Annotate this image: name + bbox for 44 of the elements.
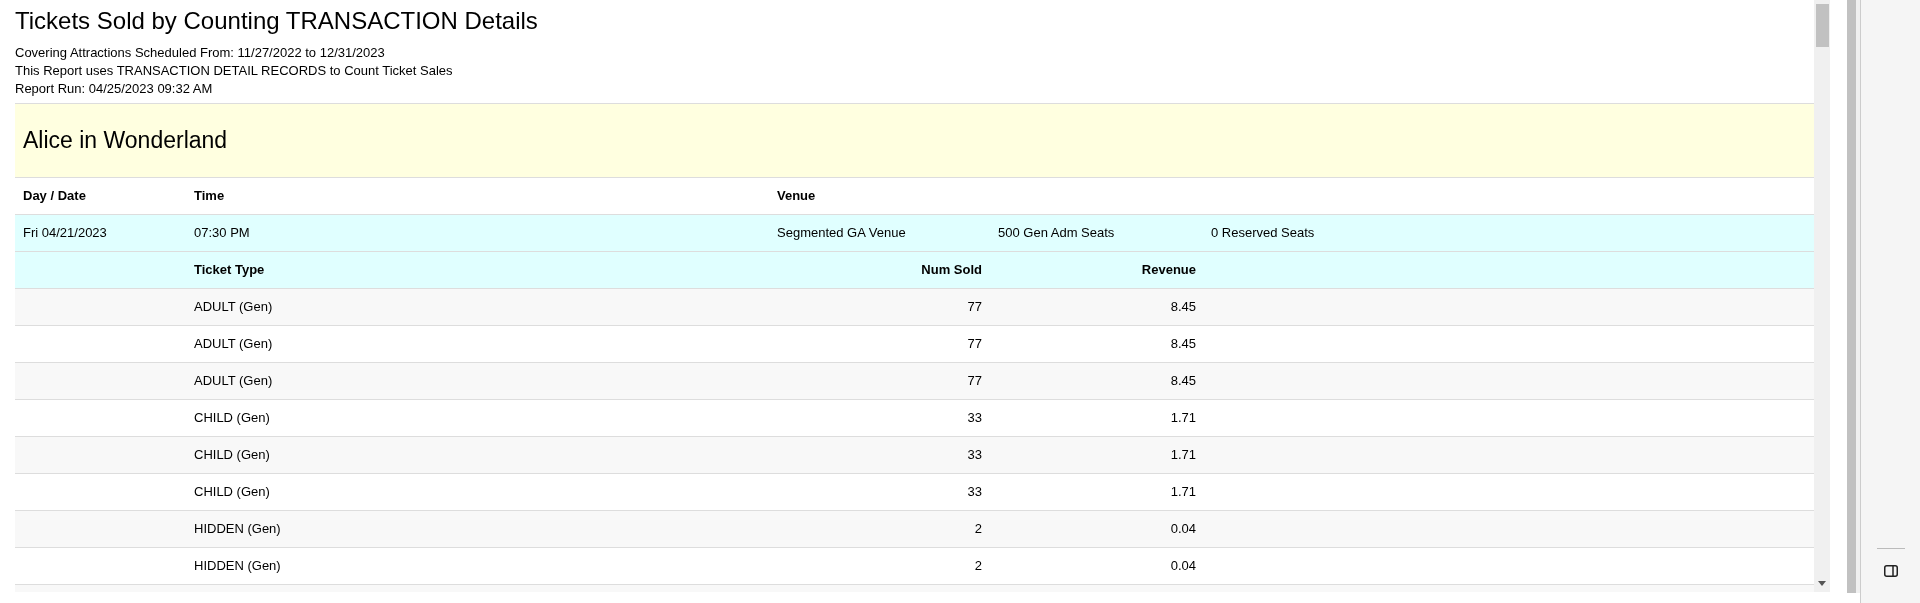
table-cell: 2 (974, 521, 982, 537)
column-header: Num Sold (921, 262, 982, 278)
table-cell: HIDDEN (Gen) (194, 558, 281, 574)
report-info-line: This Report uses TRANSACTION DETAIL RECORDS to Count Ticket Sales (15, 62, 454, 80)
table-cell: 2 (974, 558, 982, 574)
table-cell: 33 (967, 410, 982, 426)
table-cell: 1.71 (1170, 410, 1196, 426)
table-cell: Segmented GA Venue (777, 225, 906, 241)
table-cell: ADULT (Gen) (194, 299, 273, 315)
table-cell: 500 Gen Adm Seats (998, 225, 1115, 241)
report-info-line: Report Run: 04/25/2023 09:32 AM (15, 80, 214, 98)
event-name: Alice in Wonderland (23, 126, 228, 156)
table-cell: 33 (967, 447, 982, 463)
table-cell: ADULT (Gen) (194, 336, 273, 352)
table-cell: Fri 04/21/2023 (23, 225, 107, 241)
table-cell: 77 (967, 336, 982, 352)
table-cell: 8.45 (1170, 336, 1196, 352)
table-cell: CHILD (Gen) (194, 447, 270, 463)
table-cell: CHILD (Gen) (194, 410, 270, 426)
table-cell: 8.45 (1170, 299, 1196, 315)
table-cell: 77 (967, 299, 982, 315)
report-title: Tickets Sold by Counting TRANSACTION Details (15, 6, 539, 36)
table-cell: 0.04 (1170, 521, 1196, 537)
sidebar-toggle-icon[interactable] (1883, 565, 1898, 577)
scrollbar-thumb[interactable] (1815, 4, 1829, 47)
table-cell: 07:30 PM (194, 225, 250, 241)
table-cell: CHILD (Gen) (194, 484, 270, 500)
column-header: Time (194, 188, 225, 204)
table-cell: 33 (967, 484, 982, 500)
table-cell: 1.71 (1170, 484, 1196, 500)
table-cell: 0.04 (1170, 558, 1196, 574)
table-cell: 1.71 (1170, 447, 1196, 463)
table-cell: 0 Reserved Seats (1211, 225, 1315, 241)
table-cell: ADULT (Gen) (194, 373, 273, 389)
table-cell: 8.45 (1170, 373, 1196, 389)
scroll-down-icon[interactable] (1818, 581, 1826, 586)
column-header: Ticket Type (194, 262, 265, 278)
column-header: Revenue (1141, 262, 1196, 278)
table-cell: HIDDEN (Gen) (194, 521, 281, 537)
table-cell: 77 (967, 373, 982, 389)
column-header: Day / Date (23, 188, 86, 204)
column-header: Venue (777, 188, 816, 204)
report-info-line: Covering Attractions Scheduled From: 11/27/2022 to 12/31/2023 (15, 44, 386, 62)
panel-splitter[interactable] (1847, 0, 1860, 593)
